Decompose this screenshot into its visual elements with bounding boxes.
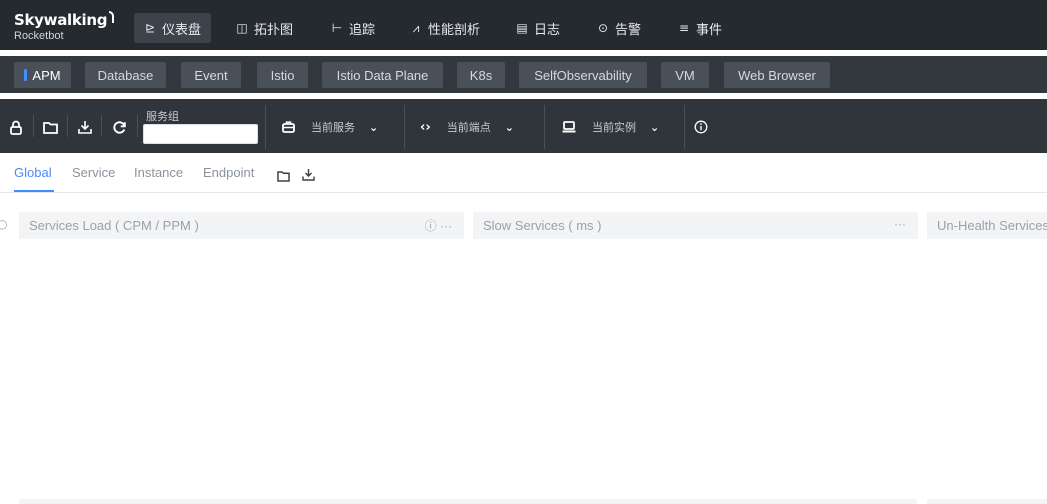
service-group-input[interactable] bbox=[143, 124, 258, 144]
dashboard-icon: ⊵ bbox=[144, 21, 156, 35]
tab-web-browser[interactable]: Web Browser bbox=[724, 62, 830, 88]
nav-item-label: 日志 bbox=[534, 22, 561, 38]
nav-item-dashboard[interactable]: ⊵ 仪表盘 bbox=[134, 13, 212, 43]
logo: Skywalking Rocketbot bbox=[14, 11, 114, 48]
folder-icon[interactable] bbox=[42, 119, 58, 135]
tab-label: APM bbox=[32, 67, 61, 83]
tab-global[interactable]: Global bbox=[14, 165, 52, 180]
tab-service[interactable]: Service bbox=[72, 165, 115, 180]
layer-tab-bar: APM Database Event Istio Istio Data Plan… bbox=[0, 56, 1047, 93]
drag-handle-icon[interactable]: ○ bbox=[0, 217, 7, 231]
nav-item-event[interactable]: ≡ 事件 bbox=[678, 15, 722, 41]
nav-item-label: 告警 bbox=[615, 22, 642, 38]
tab-apm[interactable]: APM bbox=[14, 62, 71, 88]
tab-instance[interactable]: Instance bbox=[134, 165, 183, 180]
service-selector[interactable]: 当前服务 ⌄ bbox=[282, 117, 378, 137]
briefcase-icon bbox=[282, 121, 295, 133]
logo-title-text: Skywalking bbox=[14, 11, 108, 29]
nav-item-label: 仪表盘 bbox=[162, 22, 202, 38]
tab-label: Istio Data Plane bbox=[336, 67, 429, 83]
service-selector-value: 当前服务 bbox=[311, 121, 355, 134]
nav-item-log[interactable]: ▤ 日志 bbox=[516, 15, 560, 41]
endpoint-selector-value: 当前端点 bbox=[446, 121, 491, 134]
nav-item-label: 事件 bbox=[696, 22, 723, 38]
tab-event[interactable]: Event bbox=[181, 62, 241, 88]
dashboard-toolbar: 服务组 当前服务 ⌄ ‹› 当前端点 ⌄ 当前实例 ⌄ bbox=[0, 99, 1047, 153]
nav-item-label: 性能剖析 bbox=[428, 22, 481, 38]
dashboard-tabs: Global Service Instance Endpoint bbox=[0, 153, 1047, 193]
tab-label: Event bbox=[194, 67, 228, 83]
tab-istio[interactable]: Istio bbox=[257, 62, 308, 88]
event-icon: ≡ bbox=[678, 21, 690, 35]
logo-subtitle: Rocketbot bbox=[14, 30, 64, 42]
tab-label: Web Browser bbox=[738, 67, 816, 83]
toolbar-divider bbox=[404, 105, 405, 149]
active-tab-underline bbox=[14, 190, 54, 192]
toolbar-divider bbox=[137, 115, 138, 137]
nav-item-alarm[interactable]: ⊙ 告警 bbox=[597, 15, 641, 41]
instance-selector[interactable]: 当前实例 ⌄ bbox=[562, 117, 659, 137]
tab-label: Database bbox=[97, 67, 154, 83]
panel-header-services-load: Services Load ( CPM / PPM ) ⓘ ··· bbox=[19, 212, 464, 239]
panel-header-next-row bbox=[19, 499, 917, 504]
nav-item-profile[interactable]: ⩘ 性能剖析 bbox=[410, 15, 480, 41]
lock-icon[interactable] bbox=[8, 119, 24, 135]
more-options-icon[interactable]: ··· bbox=[894, 217, 906, 231]
panel-header-next-row-right bbox=[927, 499, 1047, 504]
panel-title: Slow Services ( ms ) bbox=[483, 218, 602, 233]
tab-database[interactable]: Database bbox=[85, 62, 166, 88]
log-icon: ▤ bbox=[516, 21, 528, 35]
tab-label: VM bbox=[675, 67, 695, 83]
toolbar-divider bbox=[101, 115, 102, 137]
tab-k8s[interactable]: K8s bbox=[457, 62, 505, 88]
tab-label: Istio bbox=[270, 67, 295, 83]
toolbar-divider bbox=[544, 105, 545, 149]
tab-label: K8s bbox=[469, 67, 493, 83]
nav-item-topology[interactable]: ◫ 拓扑图 bbox=[236, 15, 293, 41]
instance-selector-value: 当前实例 bbox=[592, 121, 636, 134]
download-icon[interactable] bbox=[302, 166, 315, 185]
tab-vm[interactable]: VM bbox=[661, 62, 709, 88]
endpoint-selector[interactable]: ‹› 当前端点 ⌄ bbox=[420, 117, 514, 137]
top-navigation-bar: Skywalking Rocketbot ⊵ 仪表盘 ◫ 拓扑图 ⊢ 追踪 ⩘ … bbox=[0, 0, 1047, 50]
panel-header-unhealth-services: Un-Health Services bbox=[927, 212, 1047, 239]
panel-tools-icon[interactable]: ⓘ ··· bbox=[425, 217, 452, 234]
refresh-icon[interactable] bbox=[111, 119, 127, 135]
download-icon[interactable] bbox=[77, 119, 93, 135]
panel-title: Services Load ( CPM / PPM ) bbox=[29, 218, 199, 233]
toolbar-divider bbox=[33, 115, 34, 137]
chevron-down-icon: ⌄ bbox=[650, 120, 660, 134]
laptop-icon bbox=[562, 121, 576, 133]
nav-item-label: 拓扑图 bbox=[254, 22, 294, 38]
tab-label: SelfObservability bbox=[534, 67, 632, 83]
toolbar-divider bbox=[684, 105, 685, 149]
toolbar-divider bbox=[265, 105, 266, 149]
topology-icon: ◫ bbox=[236, 21, 248, 35]
logo-arc-icon bbox=[109, 11, 114, 23]
tab-istio-data-plane[interactable]: Istio Data Plane bbox=[322, 62, 443, 88]
chevron-down-icon: ⌄ bbox=[369, 120, 379, 134]
alarm-icon: ⊙ bbox=[597, 21, 609, 35]
tab-selfobservability[interactable]: SelfObservability bbox=[519, 62, 647, 88]
trace-icon: ⊢ bbox=[331, 21, 343, 35]
folder-icon[interactable] bbox=[277, 167, 290, 186]
service-group-label: 服务组 bbox=[146, 110, 179, 123]
chevron-down-icon: ⌄ bbox=[504, 120, 514, 134]
panel-title: Un-Health Services bbox=[937, 218, 1047, 233]
tab-endpoint[interactable]: Endpoint bbox=[203, 165, 254, 180]
toolbar-divider bbox=[67, 115, 68, 137]
profile-icon: ⩘ bbox=[412, 20, 420, 35]
nav-item-label: 追踪 bbox=[349, 22, 376, 38]
code-icon: ‹› bbox=[420, 119, 431, 135]
nav-item-trace[interactable]: ⊢ 追踪 bbox=[331, 15, 375, 41]
active-tab-marker bbox=[24, 69, 28, 81]
panel-header-slow-services: Slow Services ( ms ) ··· bbox=[473, 212, 918, 239]
info-icon[interactable] bbox=[693, 119, 709, 135]
logo-title: Skywalking bbox=[14, 11, 114, 29]
